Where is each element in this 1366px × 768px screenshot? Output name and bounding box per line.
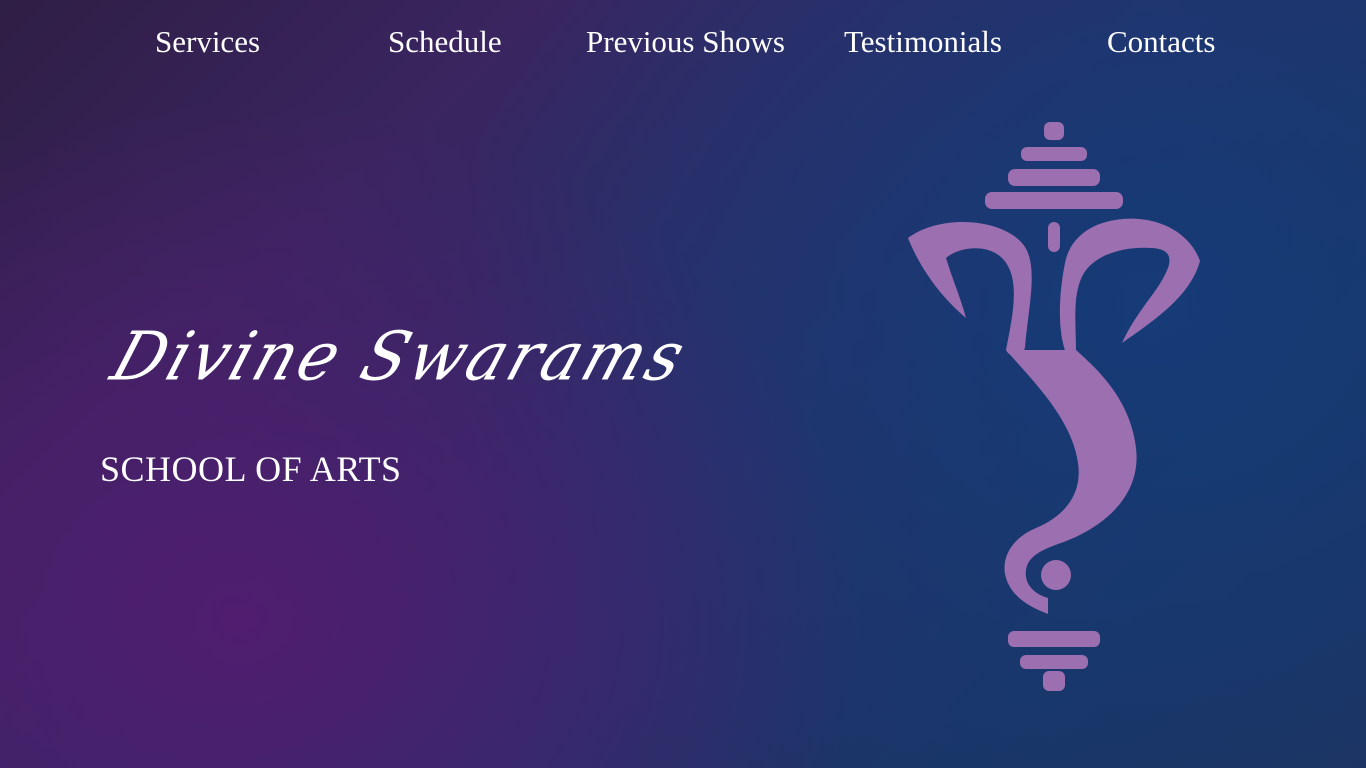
nav-item-previous-shows[interactable]: Previous Shows bbox=[586, 24, 785, 60]
brand-subtitle: SCHOOL OF ARTS bbox=[100, 449, 402, 489]
ganesha-logo-icon bbox=[900, 118, 1210, 698]
nav-item-schedule[interactable]: Schedule bbox=[388, 24, 502, 60]
brand-title-wrapper: Divine Swarams bbox=[98, 310, 696, 420]
nav-item-services[interactable]: Services bbox=[155, 24, 260, 60]
nav-item-testimonials[interactable]: Testimonials bbox=[844, 24, 1002, 60]
main-nav: Services Schedule Previous Shows Testimo… bbox=[0, 0, 1366, 86]
brand-title: Divine Swarams bbox=[102, 318, 697, 397]
nav-item-contacts[interactable]: Contacts bbox=[1107, 24, 1216, 60]
